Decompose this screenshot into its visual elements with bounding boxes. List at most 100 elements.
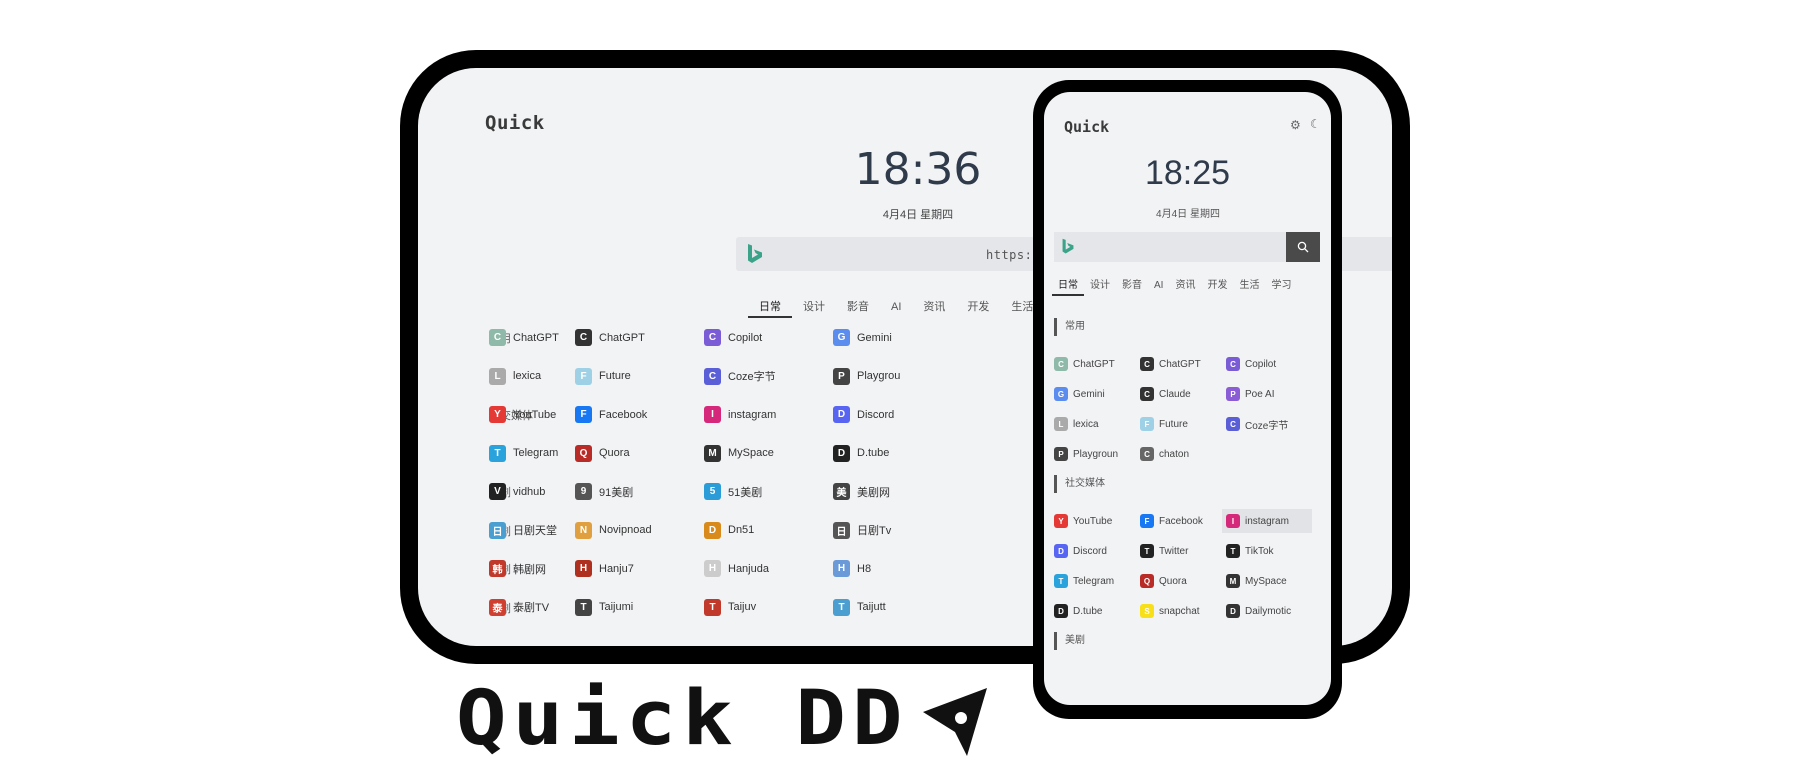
link-item[interactable]: C ChatGPT (489, 329, 559, 346)
phone-link-item[interactable]: F Future (1136, 412, 1226, 436)
phone-link-item[interactable]: T Telegram (1050, 569, 1140, 593)
link-item[interactable]: F Future (575, 367, 631, 385)
phone-link-item[interactable]: D Dailymotic (1222, 599, 1312, 623)
phone-link-item[interactable]: D D.tube (1050, 599, 1140, 623)
link-item[interactable]: H H8 (833, 560, 871, 577)
taijutv-icon: 泰 (489, 598, 506, 616)
gear-icon[interactable]: ⚙ (1290, 118, 1301, 132)
link-item[interactable]: 日日剧Tv (833, 521, 891, 539)
phone-tab-3[interactable]: AI (1148, 276, 1169, 296)
playground-icon: P (833, 367, 850, 385)
link-item[interactable]: F Facebook (575, 406, 647, 423)
phone-link-item[interactable]: Llexica (1050, 412, 1140, 436)
link-item[interactable]: Llexica (489, 367, 541, 385)
telegram-icon: T (489, 444, 506, 462)
link-label: Taijuv (728, 601, 757, 613)
phone-link-item[interactable]: Ssnapchat (1136, 599, 1226, 623)
link-item[interactable]: 5 51美剧 (704, 483, 762, 500)
phone-tab-4[interactable]: 资讯 (1169, 276, 1201, 296)
phone-tab-7[interactable]: 学习 (1265, 276, 1297, 296)
h8-icon: H (833, 560, 850, 577)
phone-app-logo[interactable]: Quick (1064, 118, 1109, 136)
phone-tab-5[interactable]: 开发 (1201, 276, 1233, 296)
link-item[interactable]: D D.tube (833, 444, 889, 462)
phone-link-item[interactable]: Cchaton (1136, 442, 1226, 466)
link-item[interactable]: H Hanjuda (704, 560, 769, 577)
link-item[interactable]: 泰泰剧TV (489, 598, 549, 616)
link-item[interactable]: G Gemini (833, 329, 892, 346)
gemini-icon: G (833, 329, 850, 346)
tab-0[interactable]: 日常 (748, 296, 792, 318)
phone-link-item[interactable]: Iinstagram (1222, 509, 1312, 533)
link-label: Future (599, 370, 631, 382)
link-item[interactable]: 9 91美剧 (575, 483, 633, 500)
phone-link-row: D D.tube Ssnapchat D Dailymotic (1054, 596, 1324, 626)
copilot-icon: C (1226, 357, 1240, 371)
phone-link-item[interactable]: D Discord (1050, 539, 1140, 563)
link-item[interactable]: T Telegram (489, 444, 558, 462)
search-button[interactable] (1286, 232, 1320, 262)
link-label: ChatGPT (1159, 358, 1201, 370)
link-item[interactable]: Iinstagram (704, 406, 776, 423)
link-item[interactable]: C Coze字节 (704, 367, 776, 385)
tab-3[interactable]: AI (880, 296, 912, 318)
link-label: instagram (728, 408, 777, 421)
link-label: Discord (1073, 545, 1107, 557)
tab-1[interactable]: 设计 (792, 296, 836, 318)
link-item[interactable]: Vvidhub (489, 483, 545, 500)
phone-search-bar[interactable] (1054, 232, 1320, 262)
phone-link-item[interactable]: C Claude (1136, 382, 1226, 406)
future-icon: F (575, 367, 592, 385)
phone-tab-1[interactable]: 设计 (1084, 276, 1116, 296)
phone-tab-6[interactable]: 生活 (1233, 276, 1265, 296)
link-item[interactable]: C ChatGPT (575, 329, 645, 346)
moon-icon[interactable]: ☾ (1310, 117, 1321, 131)
link-label: Facebook (1159, 515, 1203, 527)
phone-link-item[interactable]: Q Quora (1136, 569, 1226, 593)
phone-link-item[interactable]: M MySpace (1222, 569, 1312, 593)
link-label: ChatGPT (1073, 358, 1115, 370)
tab-4[interactable]: 资讯 (912, 296, 956, 318)
brand-wordmark: Quick DD (456, 673, 909, 762)
link-label: Dn51 (728, 524, 755, 536)
tab-2[interactable]: 影音 (836, 296, 880, 318)
link-item[interactable]: H Hanju7 (575, 560, 634, 577)
link-item[interactable]: C Copilot (704, 329, 762, 346)
phone-tab-2[interactable]: 影音 (1116, 276, 1148, 296)
link-item[interactable]: 韩韩剧网 (489, 560, 546, 577)
link-item[interactable]: D Discord (833, 406, 894, 423)
bing-icon[interactable] (746, 243, 764, 265)
vidhub-icon: V (489, 483, 506, 500)
phone-link-item[interactable]: C Coze字节 (1222, 412, 1312, 437)
link-item[interactable]: Y YouTube (489, 406, 556, 423)
phone-tab-0[interactable]: 日常 (1052, 276, 1084, 296)
link-item[interactable]: Q Quora (575, 444, 630, 462)
link-item[interactable]: T Taijuv (704, 598, 757, 616)
phone-link-item[interactable]: T TikTok (1222, 539, 1312, 563)
tab-5[interactable]: 开发 (956, 296, 1000, 318)
link-item[interactable]: P Playgrou (833, 367, 900, 385)
link-item[interactable]: T Taijumi (575, 598, 633, 616)
lexica-icon: L (489, 367, 506, 385)
phone-link-item[interactable]: C ChatGPT (1050, 352, 1140, 376)
facebook-icon: F (1140, 514, 1154, 528)
phone-link-item[interactable]: P Poe AI (1222, 382, 1312, 406)
phone-link-item[interactable]: C Copilot (1222, 352, 1312, 376)
link-item[interactable]: 日日剧天堂 (489, 521, 557, 539)
link-item[interactable]: N Novipnoad (575, 521, 652, 539)
phone-link-item[interactable]: T Twitter (1136, 539, 1226, 563)
phone-link-item[interactable]: G Gemini (1050, 382, 1140, 406)
phone-link-item[interactable]: P Playgroun (1050, 442, 1140, 466)
link-item[interactable]: D Dn51 (704, 521, 755, 539)
link-label: TikTok (1245, 545, 1274, 557)
phone-link-item[interactable]: F Facebook (1136, 509, 1226, 533)
link-item[interactable]: M MySpace (704, 444, 774, 462)
bing-icon[interactable] (1061, 237, 1075, 256)
phone-link-row: Y YouTube F Facebook Iinstagram (1054, 506, 1324, 536)
link-item[interactable]: 美美剧网 (833, 483, 890, 500)
phone-link-item[interactable]: Y YouTube (1050, 509, 1140, 533)
app-logo[interactable]: Quick (485, 112, 545, 134)
youtube-icon: Y (1054, 514, 1068, 528)
phone-link-item[interactable]: C ChatGPT (1136, 352, 1226, 376)
link-item[interactable]: T Taijutt (833, 598, 886, 616)
